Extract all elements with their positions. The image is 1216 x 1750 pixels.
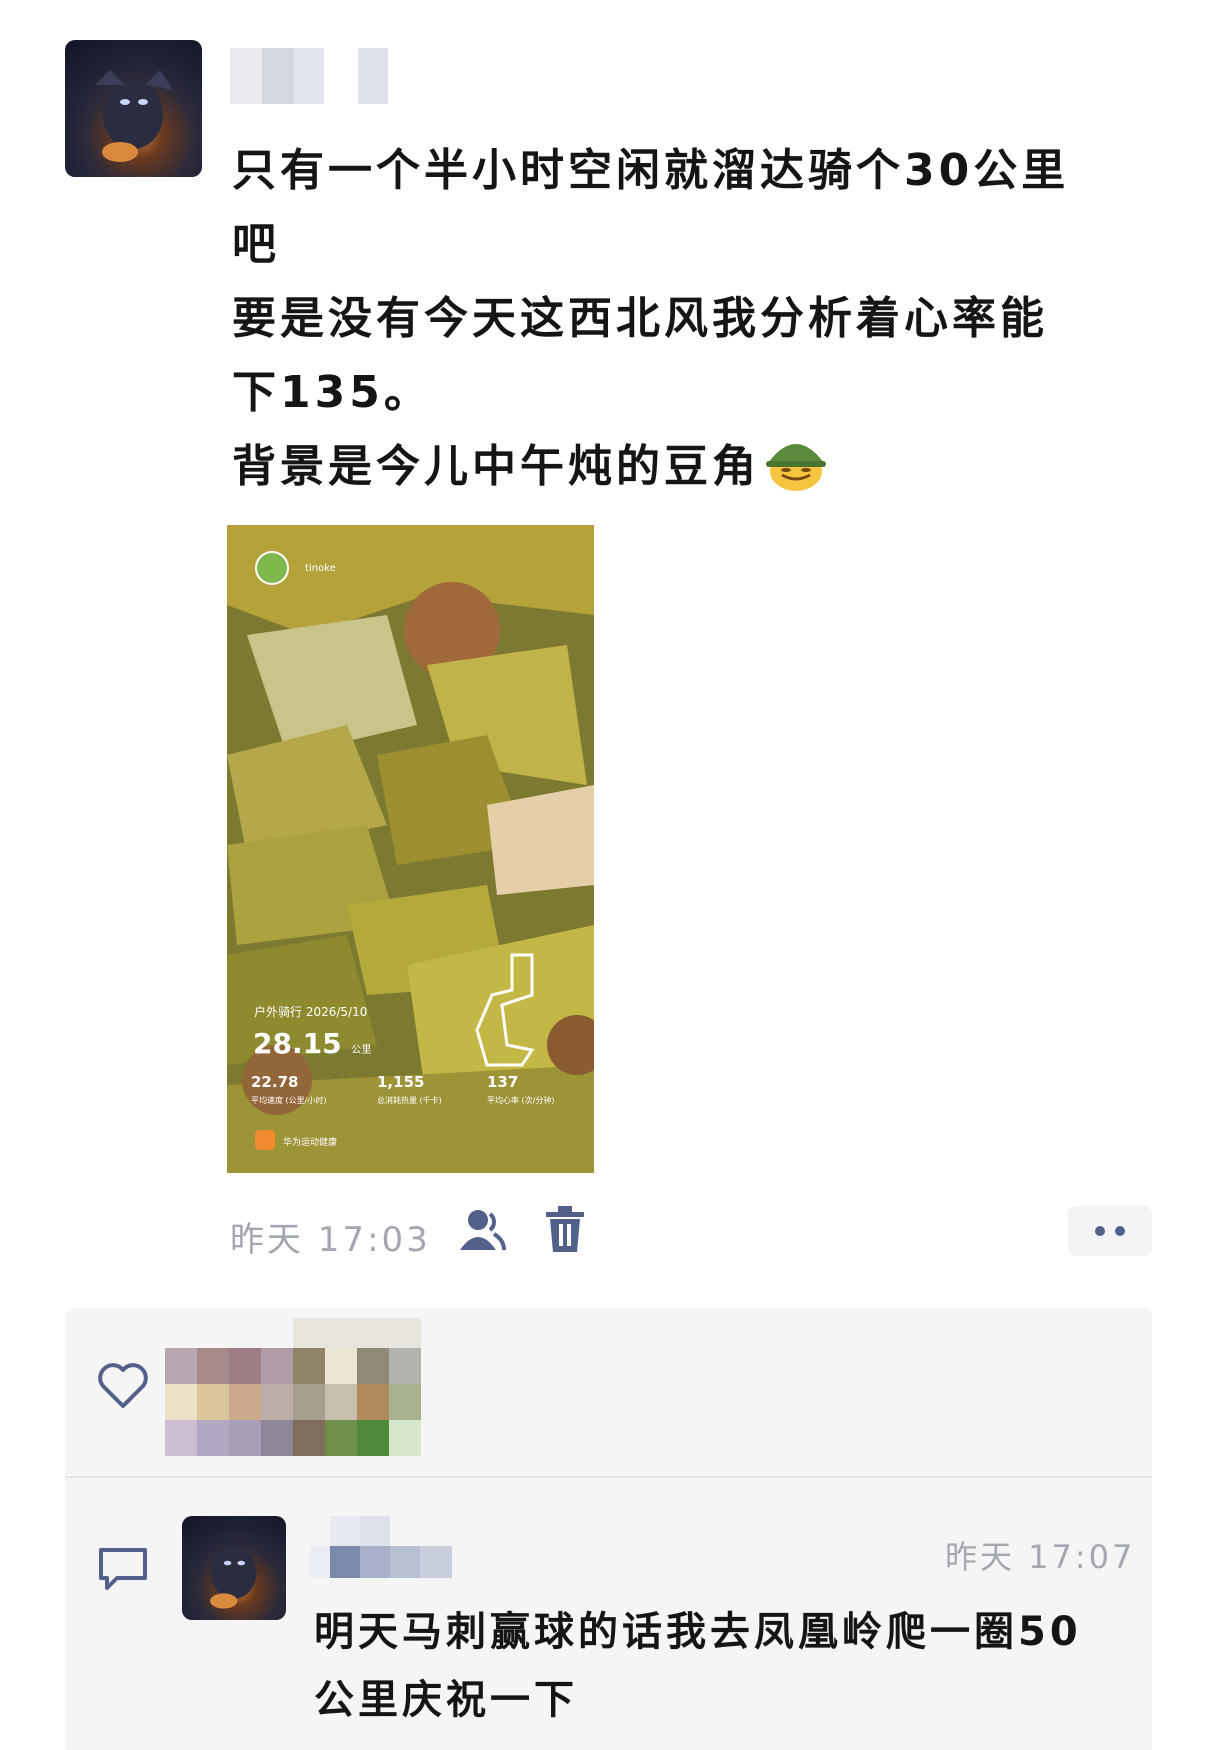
photo-overlay: tinoke 户外骑行 2026/5/10 28.15 公里 22.78 平均速… [227,525,594,1173]
post-text: 只有一个半小时空闲就溜达骑个30公里 吧 要是没有今天这西北风我分析着心率能 下… [232,134,1152,504]
comment-text-line: 明天马刺赢球的话我去凤凰岭爬一圈50 [314,1609,1082,1655]
ride-title: 户外骑行 2026/5/10 [254,1005,368,1019]
app-name: tinoke [305,563,336,574]
poster-avatar[interactable] [65,40,202,177]
liker-avatars-blurred[interactable] [165,1318,427,1456]
post-text-line: 吧 [232,219,280,270]
more-dot [1095,1226,1105,1236]
stat-heart-rate: 137 平均心率 (次/分钟) [487,1073,555,1105]
more-button[interactable] [1068,1206,1152,1256]
heart-icon [97,1362,149,1410]
comment-text-line: 公里庆祝一下 [314,1677,578,1723]
comment-icon [97,1546,149,1592]
poster-name-blurred[interactable] [230,48,388,104]
brand-label: 华为运动健康 [283,1138,338,1148]
helmet-smile-emoji [766,444,826,491]
commenter-avatar[interactable] [182,1516,286,1620]
post-text-line: 下135。 [232,367,432,418]
comment-time: 昨天 17:07 [945,1538,1136,1576]
stat-avg-speed: 22.78 平均速度 (公里/小时) [251,1073,327,1105]
contacts-icon[interactable] [456,1206,506,1254]
more-dot [1115,1226,1125,1236]
post-time: 昨天 17:03 [230,1220,431,1260]
trash-icon[interactable] [544,1206,586,1254]
post-text-line: 只有一个半小时空闲就溜达骑个30公里 [232,145,1070,196]
ride-distance: 28.15 公里 [253,1027,372,1060]
post-text-line: 背景是今儿中午炖的豆角 [232,430,1152,504]
post-text-line: 要是没有今天这西北风我分析着心率能 [232,293,1048,344]
commenter-name-blurred[interactable] [310,1516,452,1578]
panel-divider [65,1476,1152,1478]
post-photo[interactable]: tinoke 户外骑行 2026/5/10 28.15 公里 22.78 平均速… [227,525,594,1173]
comment-text: 明天马刺赢球的话我去凤凰岭爬一圈50 公里庆祝一下 [314,1598,1134,1734]
stat-calories: 1,155 总消耗热量 (千卡) [377,1073,442,1105]
